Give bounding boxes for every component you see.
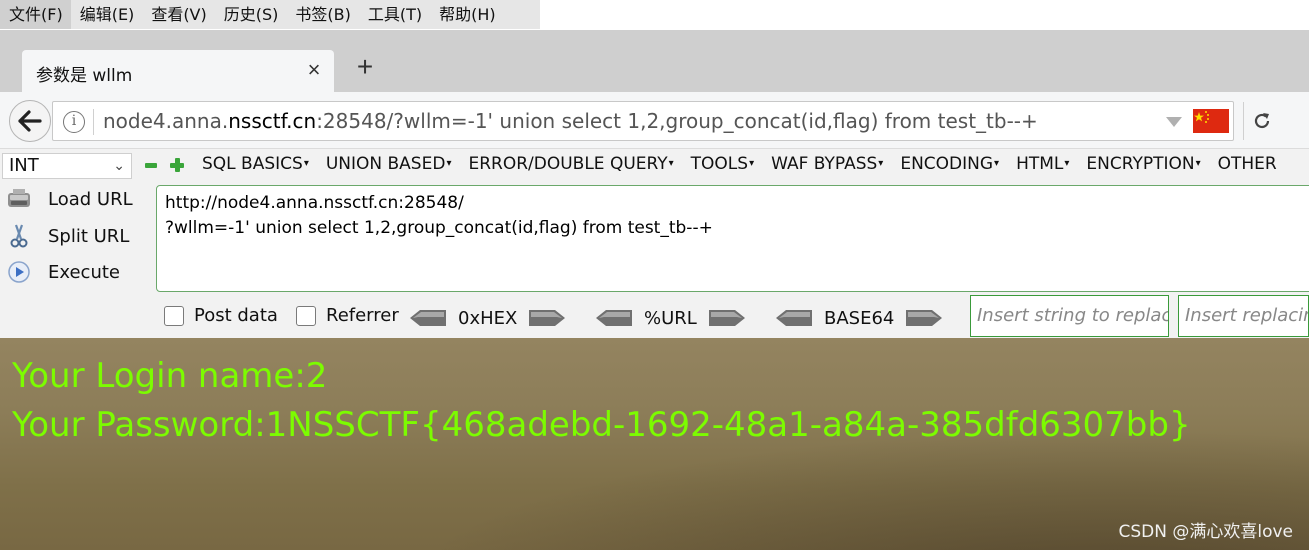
back-button[interactable] [9,100,51,142]
base64-label: BASE64 [824,307,895,329]
menu-help[interactable]: 帮助(H) [430,0,504,29]
hackbar-body: Load URL Split URL Execute http://node4.… [0,182,1309,338]
base64-group: BASE64 [776,305,943,331]
replacing-string-input[interactable]: Insert replacing string [1178,295,1309,337]
menu-tools-hb[interactable]: TOOLS▾ [691,154,754,174]
menu-waf-bypass[interactable]: WAF BYPASS▾ [771,154,883,174]
minus-icon[interactable] [145,163,157,168]
hex-label: 0xHEX [458,307,518,329]
referrer-toggle[interactable]: Referrer [296,305,399,326]
url-enc-label: %URL [644,307,697,329]
chevron-down-icon: ⌄ [113,158,125,174]
replace-string-input[interactable]: Insert string to replace [970,295,1169,337]
menu-bookmarks[interactable]: 书签(B) [286,0,358,29]
menu-encryption-label: ENCRYPTION [1086,154,1195,174]
hex-encode-arrow-icon[interactable] [529,308,566,328]
plus-icon[interactable] [170,158,184,172]
hex-decode-arrow-icon[interactable] [410,308,446,328]
menu-other[interactable]: OTHER [1218,154,1277,174]
reload-icon[interactable] [1249,108,1275,134]
referrer-checkbox[interactable] [296,305,316,326]
menu-error-double-query[interactable]: ERROR/DOUBLE QUERY▾ [468,154,673,174]
new-tab-icon[interactable]: + [352,52,378,82]
menu-view[interactable]: 查看(V) [142,0,214,29]
info-icon[interactable]: i [63,111,85,133]
execute-label: Execute [48,261,120,283]
china-flag-icon [1193,109,1229,133]
menu-tools-hb-label: TOOLS [690,154,749,174]
scissors-icon [4,223,34,249]
password-output: Your Password:1NSSCTF{468adebd-1692-48a1… [12,405,1191,445]
tab-strip: 参数是 wllm × + [0,30,1309,92]
menu-encoding[interactable]: ENCODING▾ [900,154,999,174]
hackbar-bottom-row: Post data Referrer 0xHEX %URL BASE64 Ins… [0,295,1309,337]
menu-html-label: HTML [1016,154,1064,174]
menu-bar-items: 文件(F) 编辑(E) 查看(V) 历史(S) 书签(B) 工具(T) 帮助(H… [0,0,540,29]
menu-union-based[interactable]: UNION BASED▾ [326,154,452,174]
menu-html[interactable]: HTML▾ [1016,154,1069,174]
menu-file[interactable]: 文件(F) [0,0,71,29]
menu-encryption[interactable]: ENCRYPTION▾ [1086,154,1200,174]
tab-close-icon[interactable]: × [304,59,324,81]
execute-button[interactable]: Execute [4,257,120,287]
hackbar-toolbar: INT ⌄ SQL BASICS▾ UNION BASED▾ ERROR/DOU… [0,148,1309,182]
base64-decode-arrow-icon[interactable] [776,308,812,328]
tab-active[interactable]: 参数是 wllm × [22,50,334,92]
url-enc-group: %URL [596,305,745,331]
load-url-button[interactable]: Load URL [4,184,133,214]
hex-group: 0xHEX [410,305,566,331]
base64-encode-arrow-icon[interactable] [906,308,943,328]
back-arrow-icon [18,110,42,132]
menu-waf-bypass-label: WAF BYPASS [771,154,878,174]
menu-sql-basics[interactable]: SQL BASICS▾ [202,154,309,174]
nav-bar: i node4.anna.nssctf.cn:28548/?wllm=-1' u… [0,92,1309,148]
split-url-label: Split URL [48,225,130,247]
menu-encoding-label: ENCODING [900,154,994,174]
load-url-label: Load URL [48,188,133,210]
referrer-label: Referrer [326,305,399,326]
url-text[interactable]: node4.anna.nssctf.cn:28548/?wllm=-1' uni… [103,109,1038,133]
menu-sql-basics-label: SQL BASICS [202,154,303,174]
menu-bar: 文件(F) 编辑(E) 查看(V) 历史(S) 书签(B) 工具(T) 帮助(H… [0,0,1309,30]
load-url-icon [4,186,34,212]
url-encode-arrow-icon[interactable] [708,308,745,328]
menu-edit[interactable]: 编辑(E) [71,0,143,29]
tab-title: 参数是 wllm [36,66,133,86]
split-url-button[interactable]: Split URL [4,221,129,251]
menu-tools[interactable]: 工具(T) [359,0,430,29]
url-separator [93,109,94,135]
url-path: :28548/?wllm=-1' union select 1,2,group_… [316,109,1038,133]
url-textarea[interactable]: http://node4.anna.nssctf.cn:28548/ ?wllm… [156,185,1309,292]
menu-error-double-query-label: ERROR/DOUBLE QUERY [468,154,668,174]
url-bar[interactable]: i node4.anna.nssctf.cn:28548/?wllm=-1' u… [52,101,1270,141]
url-domain: nssctf.cn [228,109,317,133]
url-decode-arrow-icon[interactable] [596,308,632,328]
menu-union-based-label: UNION BASED [325,154,446,174]
hackbar-menus: SQL BASICS▾ UNION BASED▾ ERROR/DOUBLE QU… [202,154,1294,174]
url-domain-prefix: node4.anna. [103,109,229,133]
play-icon [4,259,34,285]
url-dropdown-icon[interactable] [1166,117,1182,127]
int-select[interactable]: INT ⌄ [2,153,132,179]
csdn-watermark: CSDN @满心欢喜love [1118,522,1293,542]
post-data-toggle[interactable]: Post data [164,305,278,326]
post-data-checkbox[interactable] [164,305,184,326]
menu-history[interactable]: 历史(S) [215,0,287,29]
page-content: Your Login name:2 Your Password:1NSSCTF{… [0,338,1309,550]
int-select-value: INT [9,155,39,176]
reload-separator [1243,102,1244,140]
post-data-label: Post data [194,305,278,326]
login-name-output: Your Login name:2 [12,356,328,396]
